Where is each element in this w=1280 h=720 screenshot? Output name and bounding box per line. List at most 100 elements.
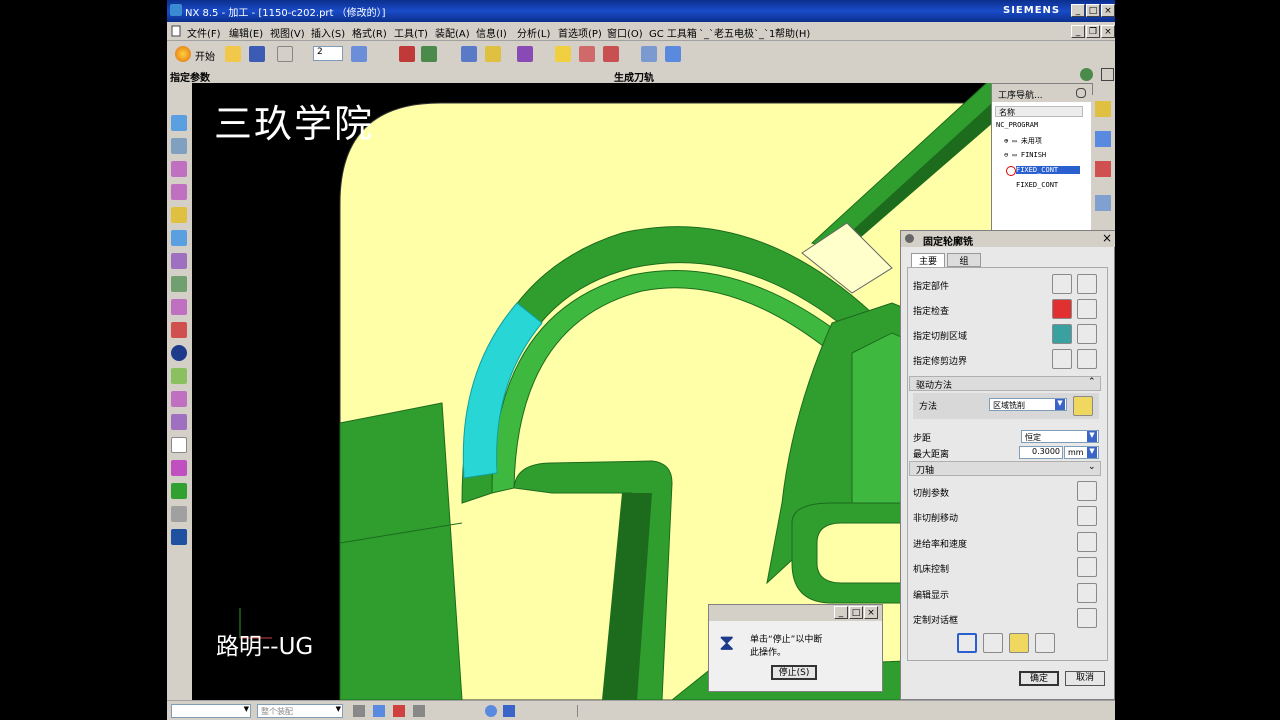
create-method-icon[interactable] [171, 184, 187, 200]
method-select[interactable]: 区域铣削 ▼ [989, 398, 1067, 411]
display-check-button[interactable] [1077, 299, 1097, 319]
cube-icon[interactable] [503, 705, 515, 717]
app-menu-icon[interactable] [171, 25, 181, 37]
select-cut-area-button[interactable] [1052, 324, 1072, 344]
toolpath-icon[interactable] [579, 46, 595, 62]
assembly-filter-select[interactable]: 整个装配 ▼ [257, 704, 343, 718]
pin-icon[interactable] [1076, 88, 1086, 98]
menu-info[interactable]: 信息(I) [476, 25, 507, 40]
select-part-button[interactable] [1052, 274, 1072, 294]
view-icon[interactable] [351, 46, 367, 62]
create-operation-icon[interactable] [171, 207, 187, 223]
nav-row-unused[interactable]: ⊕ ▭ 未用项 [1004, 136, 1042, 146]
close-button[interactable]: × [1101, 4, 1115, 17]
doc-minimize-button[interactable]: _ [1071, 25, 1085, 38]
point-icon[interactable] [485, 705, 497, 717]
tool-axis-section[interactable]: 刀轴 ⌄ [909, 461, 1101, 476]
parts-tab-icon[interactable] [1095, 161, 1111, 177]
display-cut-area-button[interactable] [1077, 324, 1097, 344]
filter-reset-icon[interactable] [353, 705, 365, 717]
menu-electrode[interactable]: `_`老五电极`_`1 [699, 25, 775, 40]
machine-tab-icon[interactable] [1095, 131, 1111, 147]
translucency-icon[interactable] [461, 46, 477, 62]
type-filter-select[interactable]: ▼ [171, 704, 251, 718]
start-button[interactable]: 开始 [195, 48, 215, 63]
minimize-button[interactable]: _ [1071, 4, 1085, 17]
generate-button[interactable] [957, 633, 977, 653]
nav-row-program[interactable]: NC_PROGRAM [996, 121, 1038, 129]
progress-minimize-button[interactable]: _ [834, 606, 848, 619]
edit-display-button[interactable] [1077, 583, 1097, 603]
display-part-button[interactable] [1077, 274, 1097, 294]
save-icon[interactable] [249, 46, 265, 62]
tab-main[interactable]: 主要 [911, 253, 945, 267]
layer-select[interactable]: 2 [313, 46, 343, 61]
display-trim-button[interactable] [1077, 349, 1097, 369]
replay-button[interactable] [983, 633, 1003, 653]
verify-icon[interactable] [603, 46, 619, 62]
maximize-button[interactable]: □ [1086, 4, 1100, 17]
name-column-header[interactable]: 名称 [995, 106, 1083, 117]
nav-row-finish[interactable]: ⊖ ▭ FINISH [1004, 151, 1046, 159]
start-icon[interactable] [175, 46, 191, 62]
unit-select[interactable]: mm ▼ [1064, 446, 1099, 459]
replay-icon[interactable] [171, 368, 187, 384]
render-icon[interactable] [421, 46, 437, 62]
menu-file[interactable]: 文件(F) [187, 25, 221, 40]
operation-icon[interactable] [517, 46, 533, 62]
doc-restore-button[interactable]: ❐ [1086, 25, 1100, 38]
create-tool-icon[interactable] [171, 138, 187, 154]
nc-icon[interactable] [171, 529, 187, 545]
info-icon[interactable] [171, 345, 187, 361]
menu-view[interactable]: 视图(V) [270, 25, 305, 40]
menu-window[interactable]: 窗口(O) [607, 25, 643, 40]
shaded-icon[interactable] [399, 46, 415, 62]
machine-tool-icon[interactable] [171, 253, 187, 269]
create-program-icon[interactable] [171, 115, 187, 131]
progress-close-button[interactable]: × [864, 606, 878, 619]
verify-path-icon[interactable] [171, 391, 187, 407]
menu-assembly[interactable]: 装配(A) [435, 25, 470, 40]
menu-tools[interactable]: 工具(T) [394, 25, 428, 40]
batch-icon[interactable] [171, 506, 187, 522]
resource-icon[interactable] [1101, 68, 1114, 81]
history-tab-icon[interactable] [1095, 195, 1111, 211]
menu-help[interactable]: 帮助(H) [775, 25, 810, 40]
nav-row-fixed-contour[interactable]: FIXED_CONT [1016, 181, 1058, 189]
cut-params-button[interactable] [1077, 481, 1097, 501]
customize-dialog-button[interactable] [1077, 608, 1097, 628]
nav-row-fixed-contour-selected[interactable]: FIXED_CONT [1016, 166, 1080, 174]
geometry-view-icon[interactable] [171, 276, 187, 292]
snap-icon[interactable] [373, 705, 385, 717]
generate-icon[interactable] [171, 322, 187, 338]
edit-method-icon[interactable] [1073, 396, 1093, 416]
max-distance-input[interactable]: 0.3000 [1019, 446, 1063, 459]
drive-method-section[interactable]: 驱动方法 ⌃ [909, 376, 1101, 391]
globe-icon[interactable] [1080, 68, 1093, 81]
list-icon[interactable] [171, 437, 187, 453]
feeds-speeds-button[interactable] [1077, 532, 1097, 552]
doc-close-button[interactable]: × [1101, 25, 1115, 38]
fit-icon[interactable] [665, 46, 681, 62]
label-icon[interactable] [485, 46, 501, 62]
menu-insert[interactable]: 插入(S) [311, 25, 345, 40]
select-trim-button[interactable] [1052, 349, 1072, 369]
select-all-icon[interactable] [393, 705, 405, 717]
nav-tab-icon[interactable] [1095, 101, 1111, 117]
highlight-icon[interactable] [555, 46, 571, 62]
lasso-icon[interactable] [413, 705, 425, 717]
gear-icon[interactable] [905, 234, 914, 243]
menu-gc-toolbox[interactable]: GC 工具箱 [649, 25, 697, 40]
non-cut-moves-button[interactable] [1077, 506, 1097, 526]
open-folder-icon[interactable] [225, 46, 241, 62]
shop-doc-icon[interactable] [171, 483, 187, 499]
program-order-icon[interactable] [171, 230, 187, 246]
stop-button[interactable]: 停止(S) [771, 665, 817, 680]
select-check-button[interactable] [1052, 299, 1072, 319]
cancel-button[interactable]: 取消 [1065, 671, 1105, 686]
snap-point-toolbar[interactable] [577, 705, 738, 717]
confirm-path-button[interactable] [1009, 633, 1029, 653]
simulate-icon[interactable] [171, 414, 187, 430]
verify-button[interactable] [1035, 633, 1055, 653]
menu-edit[interactable]: 编辑(E) [229, 25, 263, 40]
